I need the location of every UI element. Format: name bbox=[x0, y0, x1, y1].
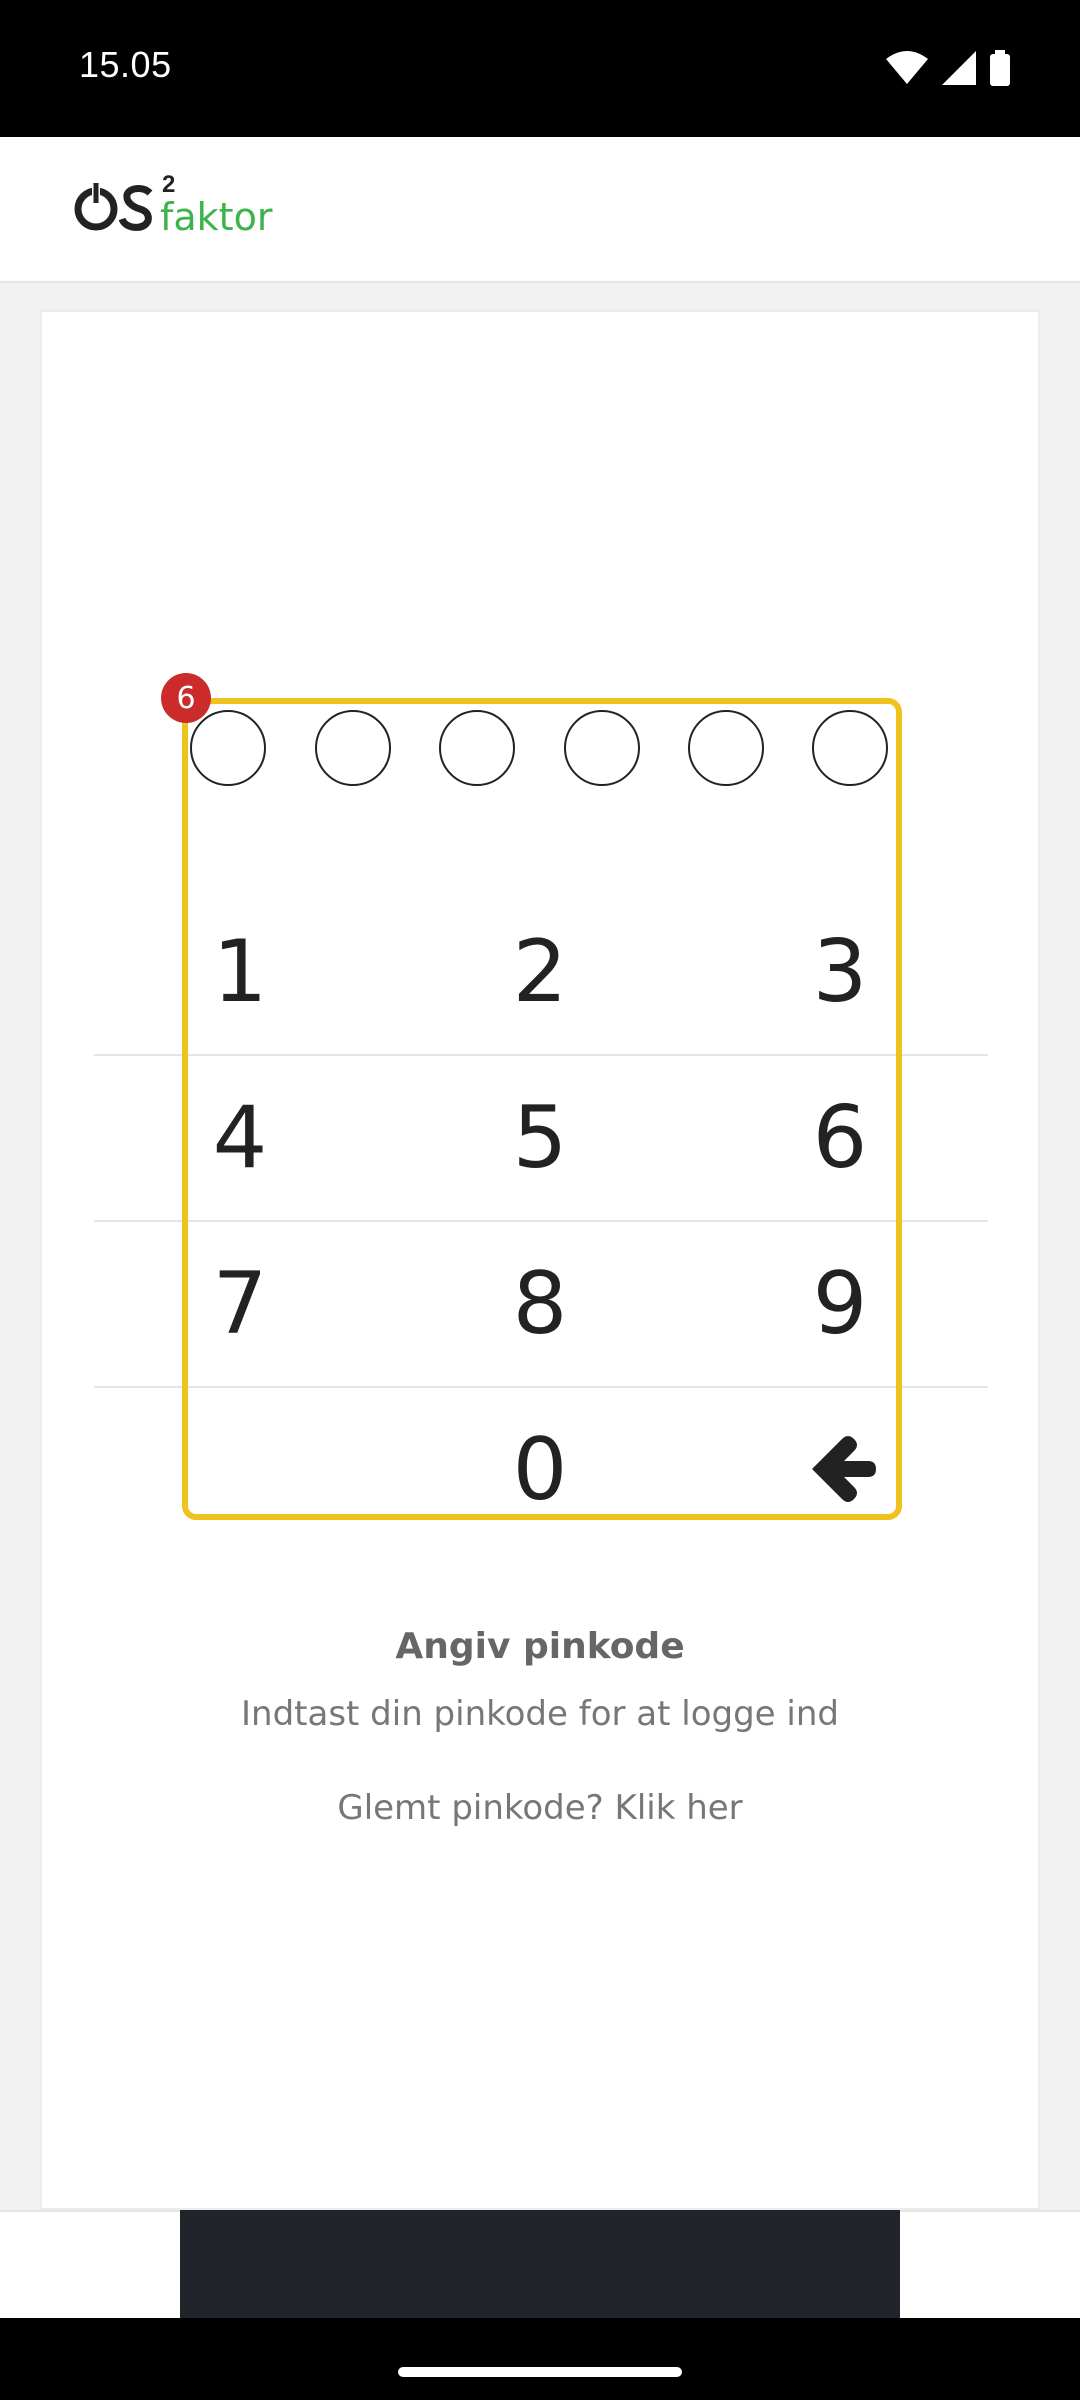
os2faktor-logo: 2 faktor bbox=[74, 171, 274, 247]
key-9[interactable]: 9 bbox=[740, 1222, 940, 1386]
keypad-row: 4 5 6 bbox=[94, 1056, 988, 1222]
status-bar: 15.05 bbox=[0, 0, 1080, 137]
backspace-icon bbox=[812, 1436, 876, 1502]
pin-dot bbox=[812, 710, 888, 786]
key-7[interactable]: 7 bbox=[140, 1222, 340, 1386]
pin-dots bbox=[190, 710, 890, 790]
key-empty bbox=[140, 1388, 340, 1552]
backspace-button[interactable] bbox=[804, 1430, 878, 1512]
status-time: 15.05 bbox=[79, 44, 172, 85]
key-2[interactable]: 2 bbox=[440, 890, 640, 1054]
key-0[interactable]: 0 bbox=[440, 1388, 640, 1552]
pin-dot bbox=[439, 710, 515, 786]
highlight-badge: 6 bbox=[161, 673, 211, 723]
pin-dot bbox=[190, 710, 266, 786]
key-1[interactable]: 1 bbox=[140, 890, 340, 1054]
wifi-icon bbox=[886, 51, 928, 84]
prompt-subtitle: Indtast din pinkode for at logge ind bbox=[241, 1694, 839, 1734]
power-logo-icon bbox=[74, 181, 153, 231]
key-5[interactable]: 5 bbox=[440, 1056, 640, 1220]
pin-dot bbox=[688, 710, 764, 786]
key-8[interactable]: 8 bbox=[440, 1222, 640, 1386]
pin-dot bbox=[564, 710, 640, 786]
key-4[interactable]: 4 bbox=[140, 1056, 340, 1220]
key-6[interactable]: 6 bbox=[740, 1056, 940, 1220]
keypad-row: 1 2 3 bbox=[94, 890, 988, 1056]
prompt-title: Angiv pinkode bbox=[395, 1626, 685, 1667]
key-3[interactable]: 3 bbox=[740, 890, 940, 1054]
cellular-signal-icon bbox=[942, 51, 976, 85]
pin-dot bbox=[315, 710, 391, 786]
keypad-row: 7 8 9 bbox=[94, 1222, 988, 1388]
battery-icon bbox=[990, 50, 1010, 86]
system-nav-bar bbox=[0, 2318, 1080, 2400]
logo-faktor-text: faktor bbox=[160, 195, 273, 239]
status-icons bbox=[886, 50, 1010, 86]
app-header: 2 faktor bbox=[0, 137, 1080, 283]
forgot-pin-link[interactable]: Glemt pinkode? Klik her bbox=[0, 1788, 1080, 1828]
gesture-handle[interactable] bbox=[398, 2367, 682, 2377]
